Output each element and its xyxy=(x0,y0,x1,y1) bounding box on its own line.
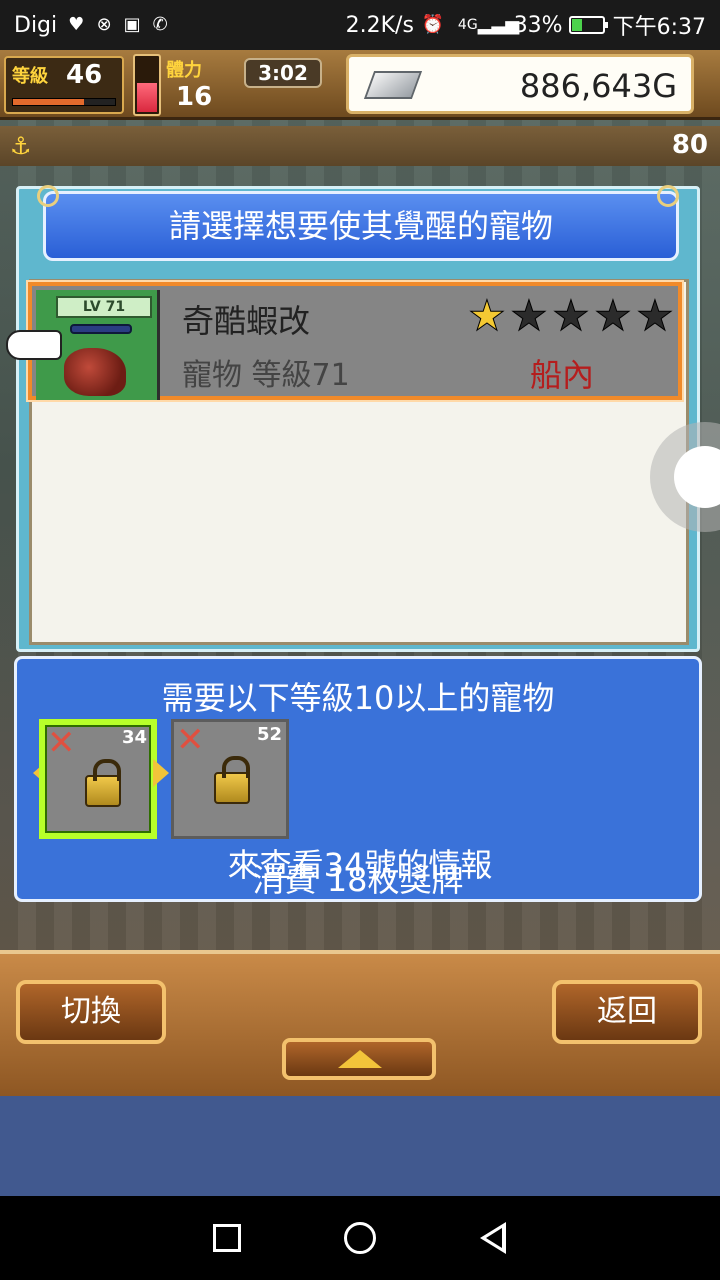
network-speed: 2.2K/s xyxy=(345,12,414,38)
pet-hp-bar xyxy=(70,324,132,334)
level-label: 等級 xyxy=(12,66,48,87)
stamina-bar xyxy=(133,54,161,116)
up-arrow-icon xyxy=(338,1050,382,1068)
exp-fill xyxy=(13,99,85,105)
level-panel: 等級 46 xyxy=(4,56,124,114)
cross-icon: ✕ xyxy=(47,723,76,763)
pet-list[interactable]: LV 71 奇酷蝦改 ★ ★ ★ ★ ★ 寵物 等級71 船內 xyxy=(26,279,689,645)
star-icon: ★ xyxy=(468,291,507,340)
star-icon: ★ xyxy=(636,291,675,340)
stamina-value: 16 xyxy=(176,82,213,112)
anchor-icon: ⚓ xyxy=(10,132,32,160)
heart-icon: ♥ xyxy=(68,14,85,35)
pet-rarity-stars: ★ ★ ★ ★ ★ xyxy=(466,291,676,340)
background-number: 80 xyxy=(671,130,708,160)
home-button[interactable] xyxy=(340,1218,380,1258)
alarm-icon: ⏰ xyxy=(421,14,445,35)
pet-select-dialog: 請選擇想要使其覺醒的寵物 LV 71 奇酷蝦改 ★ ★ ★ ★ ★ 寵物 等級71 船內 xyxy=(16,185,700,652)
navigation-bar xyxy=(0,1196,720,1280)
exp-bar xyxy=(12,98,116,106)
gold-panel: 886,643G xyxy=(346,54,694,114)
background-strip: ⚓ 80 xyxy=(0,126,720,166)
corner-ornament-icon xyxy=(37,185,59,207)
triangle-back-icon xyxy=(480,1222,507,1254)
star-icon: ★ xyxy=(594,291,633,340)
slot-number: 34 xyxy=(121,727,147,748)
info-hint: 來查看34號的情報 xyxy=(227,846,493,884)
scorpion-sprite-icon xyxy=(64,348,126,396)
hud: 等級 46 體力 16 3:02 886,643G xyxy=(0,50,720,120)
clock: 下午6:37 xyxy=(612,15,706,40)
app-icon: ⊗ xyxy=(96,14,112,35)
back-button[interactable]: 返回 xyxy=(552,980,702,1044)
star-icon: ★ xyxy=(552,291,591,340)
corner-ornament-icon xyxy=(657,185,679,207)
gold-value: 886,643G xyxy=(519,67,677,105)
circle-icon xyxy=(343,1222,376,1254)
pet-location: 船內 xyxy=(530,356,595,394)
whatsapp-icon: ✆ xyxy=(152,14,168,35)
pointing-hand-icon xyxy=(6,330,62,360)
game-screen: 等級 46 體力 16 3:02 886,643G ⚓ 80 請選擇想要使其覺醒… xyxy=(0,50,720,1096)
silver-ingot-icon xyxy=(363,71,423,99)
lock-icon xyxy=(85,759,121,807)
dialog-title: 請選擇想要使其覺醒的寵物 xyxy=(43,191,679,261)
status-bar: Digi ♥ ⊗ ▣ ✆ 2.2K/s ⏰ 4G ▂▃▅ 33% 下午6:37 xyxy=(0,0,720,50)
recent-apps-button[interactable] xyxy=(207,1218,247,1258)
square-icon xyxy=(212,1224,241,1252)
level-value: 46 xyxy=(66,60,103,90)
requirement-slot-34[interactable]: ✕ 34 xyxy=(39,719,157,839)
pet-name: 奇酷蝦改 xyxy=(182,302,311,340)
lock-icon xyxy=(214,756,250,804)
bottom-bar: 切換 返回 xyxy=(0,950,720,1096)
pet-level-tag: LV 71 xyxy=(56,296,152,318)
requirements-title: 需要以下等級10以上的寵物 xyxy=(161,679,555,717)
signal-icon: ▂▃▅ xyxy=(477,14,520,35)
expand-up-button[interactable] xyxy=(282,1038,436,1080)
pet-row[interactable]: LV 71 奇酷蝦改 ★ ★ ★ ★ ★ 寵物 等級71 船內 xyxy=(26,280,684,402)
assistive-touch-dot xyxy=(674,446,720,508)
signal-label: 4G xyxy=(457,17,478,33)
battery-percent: 33% xyxy=(513,12,563,38)
system-back-button[interactable] xyxy=(473,1218,513,1258)
cross-icon: ✕ xyxy=(176,720,205,760)
slot-number: 52 xyxy=(256,724,282,745)
game-app-icon: ▣ xyxy=(123,14,141,35)
stamina-label: 體力 xyxy=(166,60,202,81)
stamina-timer: 3:02 xyxy=(244,58,322,88)
switch-button[interactable]: 切換 xyxy=(16,980,166,1044)
arrow-right-icon[interactable] xyxy=(153,759,169,787)
stamina-fill xyxy=(137,83,157,112)
battery-icon xyxy=(568,16,608,34)
empty-area xyxy=(0,1096,720,1196)
pet-subtitle: 寵物 等級71 xyxy=(182,358,350,393)
star-icon: ★ xyxy=(510,291,549,340)
carrier-label: Digi xyxy=(14,12,58,38)
requirement-slot-52[interactable]: ✕ 52 xyxy=(171,719,289,839)
stamina-panel: 體力 16 xyxy=(166,56,236,114)
